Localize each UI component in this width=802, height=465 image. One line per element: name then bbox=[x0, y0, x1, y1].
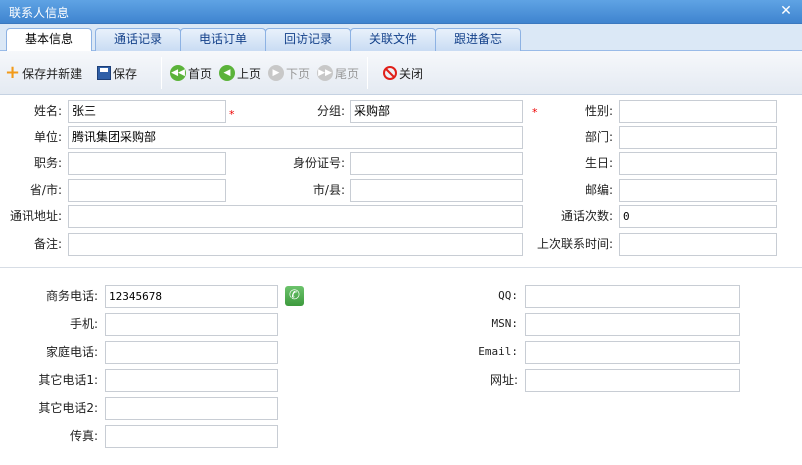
tab-basic-info[interactable]: 基本信息 bbox=[6, 28, 92, 52]
previous-page-icon: ◀ bbox=[219, 65, 235, 81]
gender-input[interactable] bbox=[619, 100, 777, 123]
remark-label: 备注: bbox=[33, 237, 62, 251]
fax-input[interactable] bbox=[105, 425, 278, 448]
other-phone-2-input[interactable] bbox=[105, 397, 278, 420]
business-phone-label: 商务电话: bbox=[45, 289, 98, 303]
birthday-label: 生日: bbox=[584, 156, 613, 170]
tab-strip: 基本信息 通话记录 电话订单 回访记录 关联文件 跟进备忘 bbox=[0, 24, 802, 52]
section-divider bbox=[0, 267, 802, 268]
other-phone-2-label: 其它电话2: bbox=[38, 401, 98, 415]
phone-dial-icon[interactable]: ✆ bbox=[285, 286, 304, 306]
fax-label: 传真: bbox=[69, 429, 98, 443]
address-label: 通讯地址: bbox=[9, 209, 62, 223]
group-label: 分组: bbox=[316, 104, 345, 118]
qq-label: QQ: bbox=[498, 289, 518, 302]
zipcode-label: 邮编: bbox=[584, 183, 613, 197]
save-and-new-button[interactable]: + 保存并新建 bbox=[5, 64, 82, 82]
name-input[interactable]: 张三 bbox=[68, 100, 226, 123]
id-card-input[interactable] bbox=[350, 152, 523, 175]
tab-related-files[interactable]: 关联文件 bbox=[350, 28, 436, 51]
birthday-input[interactable] bbox=[619, 152, 777, 175]
qq-input[interactable] bbox=[525, 285, 740, 308]
website-input[interactable] bbox=[525, 369, 740, 392]
save-button[interactable]: 保存 bbox=[97, 64, 137, 82]
email-input[interactable] bbox=[525, 341, 740, 364]
floppy-disk-icon bbox=[97, 66, 111, 80]
next-page-icon: ▶ bbox=[268, 65, 284, 81]
province-label: 省/市: bbox=[29, 183, 62, 197]
name-label: 姓名: bbox=[33, 104, 62, 118]
toolbar: + 保存并新建 保存 ◀◀ 首页 ◀ 上页 ▶ 下页 ▶▶ 尾页 关闭 bbox=[0, 51, 802, 95]
id-card-label: 身份证号: bbox=[292, 156, 345, 170]
department-input[interactable] bbox=[619, 126, 777, 149]
prohibited-icon bbox=[383, 66, 397, 80]
call-count-input[interactable]: 0 bbox=[619, 205, 777, 228]
last-contact-input[interactable] bbox=[619, 233, 777, 256]
company-input[interactable]: 腾讯集团采购部 bbox=[68, 126, 523, 149]
other-phone-1-input[interactable] bbox=[105, 369, 278, 392]
window-title-bar: 联系人信息 ✕ bbox=[0, 0, 802, 24]
next-page-button[interactable]: ▶ 下页 bbox=[268, 64, 310, 82]
gender-label: 性别: bbox=[584, 104, 613, 118]
first-page-icon: ◀◀ bbox=[170, 65, 186, 81]
tab-followup-memo[interactable]: 跟进备忘 bbox=[435, 28, 521, 51]
tab-call-records[interactable]: 通话记录 bbox=[95, 28, 181, 51]
last-page-icon: ▶▶ bbox=[317, 65, 333, 81]
remark-input[interactable] bbox=[68, 233, 523, 256]
previous-page-button[interactable]: ◀ 上页 bbox=[219, 64, 261, 82]
email-label: Email: bbox=[478, 345, 518, 358]
zipcode-input[interactable] bbox=[619, 179, 777, 202]
home-phone-input[interactable] bbox=[105, 341, 278, 364]
last-page-button[interactable]: ▶▶ 尾页 bbox=[317, 64, 359, 82]
plus-icon: + bbox=[5, 62, 21, 83]
toolbar-separator bbox=[161, 57, 162, 89]
position-label: 职务: bbox=[33, 156, 62, 170]
group-input[interactable]: 采购部 bbox=[350, 100, 523, 123]
first-page-button[interactable]: ◀◀ 首页 bbox=[170, 64, 212, 82]
business-phone-input[interactable]: 12345678 bbox=[105, 285, 278, 308]
msn-input[interactable] bbox=[525, 313, 740, 336]
city-input[interactable] bbox=[350, 179, 523, 202]
address-input[interactable] bbox=[68, 205, 523, 228]
required-marker: * bbox=[532, 106, 538, 119]
required-marker: * bbox=[229, 108, 235, 121]
mobile-label: 手机: bbox=[69, 317, 98, 331]
tab-return-visits[interactable]: 回访记录 bbox=[265, 28, 351, 51]
other-phone-1-label: 其它电话1: bbox=[38, 373, 98, 387]
department-label: 部门: bbox=[584, 130, 613, 144]
city-label: 市/县: bbox=[312, 183, 345, 197]
website-label: 网址: bbox=[489, 373, 518, 387]
close-icon[interactable]: ✕ bbox=[778, 3, 794, 19]
mobile-input[interactable] bbox=[105, 313, 278, 336]
msn-label: MSN: bbox=[491, 317, 519, 330]
last-contact-label: 上次联系时间: bbox=[536, 237, 613, 251]
close-button[interactable]: 关闭 bbox=[383, 64, 423, 82]
call-count-label: 通话次数: bbox=[560, 209, 613, 223]
tab-phone-orders[interactable]: 电话订单 bbox=[180, 28, 266, 51]
toolbar-separator bbox=[367, 57, 368, 89]
company-label: 单位: bbox=[33, 130, 62, 144]
position-input[interactable] bbox=[68, 152, 226, 175]
window-title: 联系人信息 bbox=[9, 6, 70, 20]
province-input[interactable] bbox=[68, 179, 226, 202]
home-phone-label: 家庭电话: bbox=[45, 345, 98, 359]
